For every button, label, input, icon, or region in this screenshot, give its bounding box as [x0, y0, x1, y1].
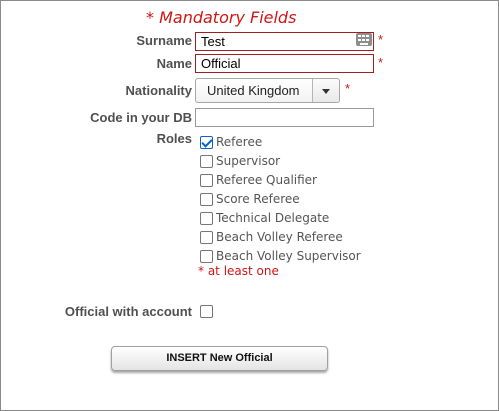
role-label-referee-qualifier: Referee Qualifier [216, 173, 317, 187]
surname-label: Surname [136, 33, 192, 48]
nationality-select[interactable]: United Kingdom [195, 78, 340, 103]
official-with-account-label: Official with account [64, 304, 192, 319]
role-checkbox-beach-volley-supervisor[interactable] [200, 250, 213, 263]
chevron-down-icon[interactable] [312, 79, 339, 102]
name-field[interactable] [195, 54, 374, 73]
code-label: Code in your DB [90, 110, 192, 125]
keyboard-icon[interactable] [356, 33, 372, 46]
roles-required-hint: * at least one [198, 264, 279, 278]
role-checkbox-referee-qualifier[interactable] [200, 174, 213, 187]
roles-label: Roles [156, 131, 192, 146]
code-field[interactable] [195, 108, 374, 127]
form-panel: * Mandatory Fields Surname * Name * Nati… [0, 0, 499, 411]
surname-required-mark: * [378, 32, 384, 47]
nationality-label: Nationality [125, 83, 192, 98]
role-checkbox-score-referee[interactable] [200, 193, 213, 206]
name-required-mark: * [378, 55, 384, 70]
mandatory-fields-note: * Mandatory Fields [146, 8, 297, 27]
official-with-account-checkbox[interactable] [200, 305, 213, 318]
surname-field-wrapper [195, 31, 374, 51]
surname-field[interactable] [195, 32, 374, 51]
role-checkbox-referee[interactable] [200, 136, 213, 149]
role-checkbox-beach-volley-referee[interactable] [200, 231, 213, 244]
role-label-beach-volley-referee: Beach Volley Referee [216, 230, 343, 244]
role-checkbox-technical-delegate[interactable] [200, 212, 213, 225]
insert-new-official-button[interactable]: INSERT New Official [111, 346, 328, 371]
role-label-referee: Referee [216, 135, 263, 149]
role-label-supervisor: Supervisor [216, 154, 281, 168]
name-label: Name [156, 56, 192, 71]
nationality-required-mark: * [345, 81, 351, 96]
role-label-score-referee: Score Referee [216, 192, 300, 206]
role-label-technical-delegate: Technical Delegate [216, 211, 330, 225]
role-checkbox-supervisor[interactable] [200, 155, 213, 168]
nationality-selected-value: United Kingdom [207, 83, 300, 98]
role-label-beach-volley-supervisor: Beach Volley Supervisor [216, 249, 361, 263]
